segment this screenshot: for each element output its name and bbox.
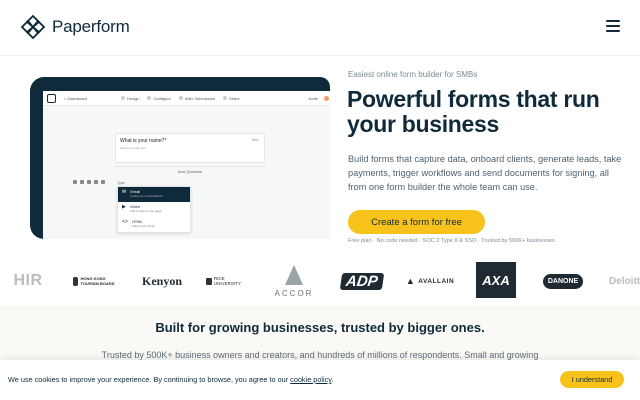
- hk-mark-icon: [73, 276, 79, 286]
- dropdown-item-video: ▶ Video Add a video to the page: [122, 204, 162, 213]
- rice-shield-icon: [206, 277, 212, 285]
- section-subtitle: Trusted by 500K+ business owners and cre…: [101, 350, 539, 360]
- cookie-banner: We use cookies to improve your experienc…: [0, 360, 640, 400]
- avatar: [324, 95, 329, 101]
- logo-deloitte: Deloitte: [609, 275, 640, 287]
- accor-mark-icon: [285, 264, 303, 285]
- question-type: Text: [251, 138, 258, 142]
- code-icon: <>: [122, 219, 128, 225]
- customer-logos: HIR HONG KONG TOURISM BOARD Kenyon RICE …: [0, 258, 640, 306]
- dropdown-item-email: ✉ Email Collect an email address: [118, 187, 190, 202]
- format-icons: [73, 180, 105, 184]
- logo-axa: AXA: [476, 262, 516, 298]
- cookie-policy-link[interactable]: cookie policy: [290, 375, 331, 384]
- add-question: Add Question: [115, 166, 265, 176]
- cookie-text: We use cookies to improve your experienc…: [8, 375, 334, 384]
- invite-label: Invite: [308, 95, 318, 101]
- logo-text: Paperform: [52, 17, 130, 36]
- nav-after-submission: After Submission: [178, 96, 215, 101]
- hero-headline: Powerful forms that run your business: [347, 86, 600, 137]
- logo-accor: ACCOR: [272, 258, 316, 304]
- question-title: What is your name?*: [120, 138, 167, 144]
- app-logo-icon: [47, 93, 56, 103]
- nav-share: Share: [223, 96, 240, 101]
- question-hint: Add some help text: [120, 146, 146, 150]
- nav-configure: Configure: [147, 96, 171, 101]
- logo-avallain: ▲ AVALLAIN: [405, 276, 455, 286]
- avallain-mark-icon: ▲: [405, 276, 416, 286]
- question-card: What is your name?* Add some help text T…: [115, 133, 265, 163]
- email-icon: ✉: [122, 189, 127, 195]
- dropdown-item-html: <> HTML Add a code block: [122, 219, 155, 228]
- play-icon: ▶: [122, 204, 126, 210]
- app-window: < Dashboard Design Configure After Submi…: [43, 91, 330, 239]
- section-title: Built for growing businesses, trusted by…: [155, 320, 485, 335]
- logo-danone: DANONE: [542, 258, 584, 304]
- accept-cookies-button[interactable]: I understand: [560, 371, 624, 388]
- hamburger-icon[interactable]: [606, 20, 620, 32]
- dashboard-link: < Dashboard: [64, 95, 88, 101]
- paperform-logo-icon: [20, 14, 46, 40]
- logo-hong-kong-tourism-board: HONG KONG TOURISM BOARD: [73, 258, 117, 304]
- product-screenshot: < Dashboard Design Configure After Submi…: [30, 77, 330, 239]
- hero-fineprint: Free plan · No code needed · SOC 2 Type …: [348, 238, 555, 244]
- hero-eyebrow: Easiest online form builder for SMBs: [348, 70, 478, 79]
- type-label: Type: [117, 181, 125, 185]
- create-form-button[interactable]: Create a form for free: [348, 210, 485, 234]
- logo-adp: ADP: [339, 258, 385, 304]
- question-type-dropdown: ✉ Email Collect an email address ▶ Video A…: [117, 186, 191, 233]
- app-toolbar: < Dashboard Design Configure After Submi…: [43, 91, 330, 106]
- logo-kenyon: Kenyon: [141, 273, 182, 288]
- logo[interactable]: Paperform: [20, 14, 130, 40]
- logo-rice-university: RICE UNIVERSITY: [206, 258, 252, 304]
- nav-design: Design: [121, 96, 139, 101]
- hero-subcopy: Build forms that capture data, onboard c…: [348, 154, 622, 192]
- site-header: Paperform: [0, 0, 640, 56]
- logo-hir: HIR: [13, 272, 43, 289]
